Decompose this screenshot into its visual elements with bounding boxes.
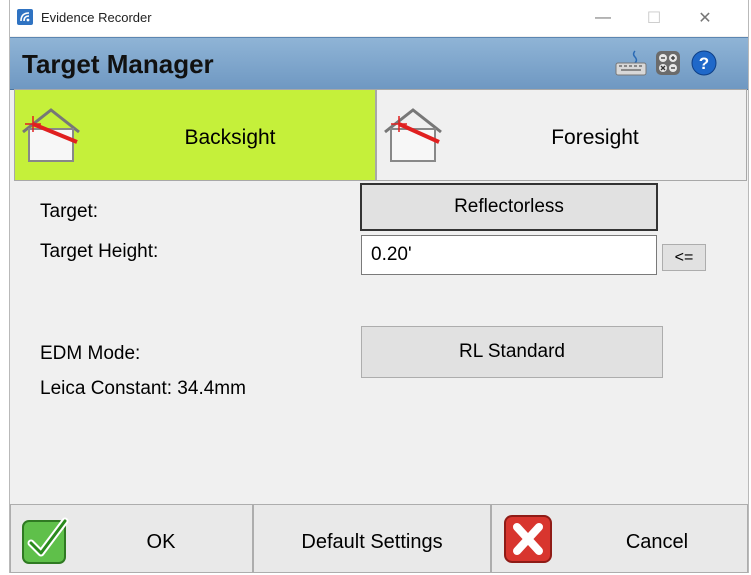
target-tabs: Backsight Foresight (10, 89, 748, 183)
tab-backsight-label: Backsight (184, 126, 276, 149)
close-button[interactable]: ✕ (689, 5, 721, 31)
ok-button[interactable]: OK (10, 504, 253, 573)
title-bar: Evidence Recorder — ☐ ✕ (10, 0, 748, 36)
minimize-button[interactable]: — (587, 5, 619, 31)
target-height-input[interactable]: 0.20' (361, 235, 657, 275)
target-height-label: Target Height: (40, 241, 159, 262)
target-type-button[interactable]: Reflectorless (360, 183, 658, 231)
target-form: Target: Reflectorless Target Height: 0.2… (10, 183, 748, 503)
calculator-icon[interactable] (655, 50, 681, 76)
tab-backsight[interactable]: Backsight (14, 89, 376, 181)
edm-mode-button[interactable]: RL Standard (361, 326, 663, 378)
help-icon[interactable]: ? (691, 50, 717, 76)
maximize-button[interactable]: ☐ (638, 5, 670, 31)
page-title: Target Manager (22, 49, 214, 79)
target-label: Target: (40, 201, 99, 222)
ok-label: OK (146, 531, 176, 553)
svg-text:?: ? (699, 54, 709, 73)
edm-mode-label: EDM Mode: (40, 343, 141, 364)
tab-foresight[interactable]: Foresight (376, 89, 747, 181)
default-settings-button[interactable]: Default Settings (253, 504, 491, 573)
footer-bar: OK Default Settings Cancel (10, 504, 748, 573)
keyboard-icon[interactable] (615, 50, 647, 76)
copy-height-button[interactable]: <= (662, 244, 706, 271)
leica-constant-text: Leica Constant: 34.4mm (40, 378, 246, 399)
page-header: Target Manager ? (10, 37, 748, 90)
default-settings-label: Default Settings (301, 531, 443, 553)
app-window: Evidence Recorder — ☐ ✕ Target Manager ? (9, 0, 749, 573)
app-icon (17, 9, 33, 25)
cancel-button[interactable]: Cancel (491, 504, 748, 573)
cancel-label: Cancel (625, 531, 689, 553)
tab-foresight-label: Foresight (551, 126, 639, 149)
window-title: Evidence Recorder (41, 10, 152, 25)
